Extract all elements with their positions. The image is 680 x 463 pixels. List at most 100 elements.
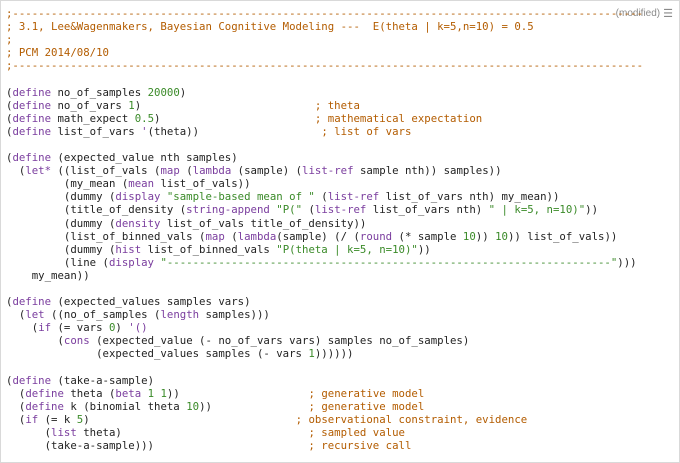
code-keyword: density xyxy=(115,216,161,230)
code-keyword: length xyxy=(160,308,200,322)
code-text: no_of_vars xyxy=(51,98,129,112)
code-text: )) xyxy=(166,386,309,400)
code-keyword: define xyxy=(12,124,52,138)
code-line[interactable]: (define (expected_value nth samples) xyxy=(6,151,643,164)
code-line[interactable]: (my_mean (mean list_of_vals)) xyxy=(6,177,643,190)
code-comment: ; recursive call xyxy=(308,439,412,453)
code-text: my_mean)) xyxy=(6,268,90,282)
code-literal: 20000 xyxy=(147,85,180,99)
code-keyword: list xyxy=(51,426,77,439)
code-text: ( xyxy=(302,203,315,217)
code-text: (* sample xyxy=(392,229,463,243)
code-text: (expected_value nth samples) xyxy=(51,151,238,165)
code-text: (expected_values samples (- vars xyxy=(6,347,309,361)
code-keyword: hist xyxy=(115,242,142,256)
code-line[interactable] xyxy=(6,282,643,295)
code-line[interactable]: (let ((no_of_samples (length samples))) xyxy=(6,308,643,321)
code-keyword: define xyxy=(12,373,52,387)
code-comment: ; sampled value xyxy=(308,426,405,439)
code-literal: "P(theta | k=5, n=10)" xyxy=(276,242,418,256)
code-text: )) xyxy=(199,399,309,413)
code-literal: 10 xyxy=(495,229,508,243)
code-text: (my_mean ( xyxy=(6,177,129,191)
code-text: samples))) xyxy=(199,308,270,322)
code-text: (title_of_density ( xyxy=(6,203,187,217)
code-text: k (binomial theta xyxy=(63,399,187,413)
code-line[interactable]: (title_of_density (string-append "P(" (l… xyxy=(6,203,643,216)
code-line[interactable]: (cons (expected_value (- no_of_vars vars… xyxy=(6,334,643,347)
code-keyword: define xyxy=(12,85,52,99)
code-text: ))) xyxy=(617,255,637,269)
code-text: (= vars xyxy=(51,321,109,335)
code-line[interactable]: ; PCM 2014/08/10 xyxy=(6,46,643,59)
code-line[interactable]: (dummy (hist list_of_binned_vals "P(thet… xyxy=(6,243,643,256)
code-line[interactable]: (define (expected_values samples vars) xyxy=(6,295,643,308)
code-text: ( xyxy=(6,308,26,322)
code-line[interactable]: ; xyxy=(6,33,643,46)
code-text: )))))) xyxy=(314,347,354,361)
code-line[interactable]: (define list_of_vars '(theta)) ; list of… xyxy=(6,125,643,138)
code-keyword: define xyxy=(25,399,64,413)
code-literal: "sample-based mean of " xyxy=(166,190,315,204)
code-comment: ; generative model xyxy=(308,399,425,413)
code-line[interactable]: (define k (binomial theta 10)) ; generat… xyxy=(6,400,643,413)
code-keyword: cons xyxy=(63,334,90,348)
code-text: (= k xyxy=(38,412,77,426)
code-text: (take-a-sample))) xyxy=(6,439,309,453)
code-literal: 0.5 xyxy=(134,111,155,125)
code-comment: ; generative model xyxy=(308,386,425,400)
code-keyword: list-ref xyxy=(327,190,380,204)
code-literal: "P(" xyxy=(276,203,303,217)
code-line[interactable]: ;---------------------------------------… xyxy=(6,59,643,72)
code-literal: 10 xyxy=(186,399,200,413)
code-text: (dummy ( xyxy=(6,190,116,204)
code-keyword: define xyxy=(12,111,52,125)
code-line[interactable]: (take-a-sample))) ; recursive call xyxy=(6,439,643,452)
code-keyword: display xyxy=(108,255,154,269)
code-text: math_expect xyxy=(51,111,135,125)
code-line[interactable]: (define (take-a-sample) xyxy=(6,374,643,387)
code-text: ( xyxy=(314,190,328,204)
code-literal: " | k=5, n=10)" xyxy=(488,203,586,217)
code-text: list_of_vars nth) my_mean)) xyxy=(379,190,560,204)
code-line[interactable]: (define no_of_samples 20000) xyxy=(6,86,643,99)
code-keyword: lambda xyxy=(192,164,232,178)
code-keyword: define xyxy=(12,295,52,309)
code-text: )) xyxy=(417,242,431,256)
code-line[interactable] xyxy=(6,361,643,374)
code-text: (list_of_binned_vals ( xyxy=(6,229,206,243)
code-keyword: mean xyxy=(128,177,155,191)
code-line[interactable]: (define theta (beta 1 1)) ; generative m… xyxy=(6,387,643,400)
code-line[interactable]: (define math_expect 0.5) ; mathematical … xyxy=(6,112,643,125)
code-content[interactable]: ;---------------------------------------… xyxy=(6,7,643,452)
hamburger-menu-icon[interactable]: ☰ xyxy=(663,7,673,20)
code-text: ((list_of_vals ( xyxy=(51,164,161,178)
code-editor[interactable]: (modified) ☰ ;--------------------------… xyxy=(0,0,680,463)
code-line[interactable] xyxy=(6,72,643,85)
code-keyword: define xyxy=(12,98,52,112)
code-text: )) xyxy=(475,229,496,243)
code-keyword: list-ref xyxy=(302,164,354,178)
code-line[interactable]: (let* ((list_of_vals (map (lambda (sampl… xyxy=(6,164,643,177)
code-text: ( xyxy=(6,412,26,426)
code-text: )) xyxy=(585,203,599,217)
code-text: ) xyxy=(179,85,187,99)
code-line[interactable]: (line (display "------------------------… xyxy=(6,256,643,269)
code-text: ) xyxy=(83,412,296,426)
code-line[interactable] xyxy=(6,138,643,151)
code-line[interactable]: my_mean)) xyxy=(6,269,643,282)
code-line[interactable]: (list_of_binned_vals (map (lambda(sample… xyxy=(6,230,643,243)
code-line[interactable]: (if (= vars 0) '() xyxy=(6,321,643,334)
code-line[interactable]: (if (= k 5) ; observational constraint, … xyxy=(6,413,643,426)
code-text: (expected_values samples vars) xyxy=(51,295,251,309)
code-comment: ; mathematical expectation xyxy=(314,111,483,125)
code-line[interactable]: (expected_values samples (- vars 1)))))) xyxy=(6,347,643,360)
code-line[interactable]: (dummy (density list_of_vals title_of_de… xyxy=(6,217,643,230)
code-text: ( xyxy=(6,321,39,335)
code-line[interactable]: ; 3.1, Lee&Wagenmakers, Bayesian Cogniti… xyxy=(6,20,643,33)
code-line[interactable]: ;---------------------------------------… xyxy=(6,7,643,20)
code-line[interactable]: (dummy (display "sample-based mean of " … xyxy=(6,190,643,203)
code-line[interactable]: (define no_of_vars 1) ; theta xyxy=(6,99,643,112)
code-line[interactable]: (list theta) ; sampled value xyxy=(6,426,643,439)
code-comment: ; xyxy=(6,33,13,47)
